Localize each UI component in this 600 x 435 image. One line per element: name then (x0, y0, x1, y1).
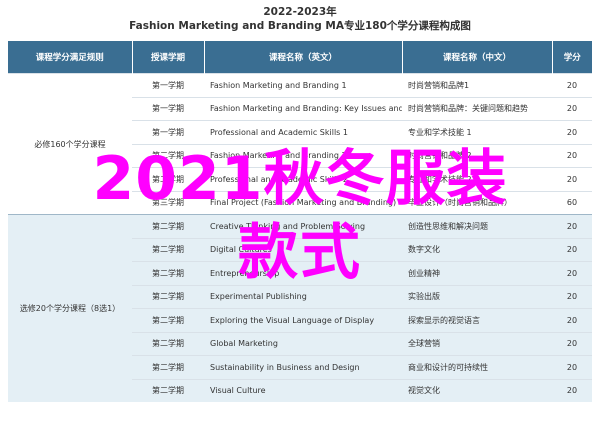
name-en-cell: Entrepreneurship (204, 261, 402, 285)
name-en-cell: Fashion Marketing and Branding 2 (204, 143, 402, 168)
name-en-cell: Final Project (Fashion Marketing and Bra… (204, 190, 402, 215)
name-en-cell: Global Marketing (204, 331, 402, 356)
term-cell: 第二学期 (132, 237, 204, 262)
term-cell: 第一学期 (132, 96, 204, 121)
credits-cell: 20 (552, 120, 592, 144)
col-header-rule: 课程学分满足规则 (8, 41, 132, 74)
col-header-term: 授课学期 (131, 41, 204, 74)
name-cn-cell: 时尚营销和品牌 2 (402, 143, 552, 168)
table-header-row: 课程学分满足规则 授课学期 课程名称（英文） 课程名称（中文） 学分 (8, 41, 592, 74)
credits-cell: 20 (552, 73, 592, 97)
name-cn-cell: 毕业设计（时尚营销和品牌） (402, 190, 552, 215)
name-en-cell: Visual Culture (204, 378, 402, 402)
name-en-cell: Experimental Publishing (204, 284, 402, 309)
name-en-cell: Sustainability in Business and Design (204, 355, 402, 379)
credits-cell: 20 (552, 261, 592, 285)
credits-cell: 20 (552, 355, 592, 379)
term-cell: 第二学期 (132, 214, 204, 238)
col-header-credits: 学分 (551, 41, 592, 74)
term-cell: 第二学期 (132, 378, 204, 402)
name-en-cell: Creative Thinking and Problem Solving (204, 214, 402, 238)
credits-cell: 20 (552, 143, 592, 168)
name-cn-cell: 探索显示的视觉语言 (402, 308, 552, 332)
name-cn-cell: 专业和学术技能 2 (402, 167, 552, 191)
term-cell: 第一学期 (132, 120, 204, 144)
name-cn-cell: 时尚营销和品牌1 (402, 73, 552, 97)
term-cell: 第二学期 (132, 167, 204, 191)
term-cell: 第二学期 (132, 355, 204, 379)
course-table: 课程学分满足规则 授课学期 课程名称（英文） 课程名称（中文） 学分 必修160… (8, 41, 592, 402)
rule-required: 必修160个学分课程 (8, 73, 132, 215)
name-cn-cell: 视觉文化 (402, 378, 552, 402)
name-cn-cell: 创业精神 (402, 261, 552, 285)
credits-cell: 20 (552, 331, 592, 356)
rule-elective: 选修20个学分课程（8选1） (8, 214, 132, 402)
credits-cell: 20 (552, 167, 592, 191)
name-en-cell: Fashion Marketing and Branding 1 (204, 73, 402, 97)
term-cell: 第一学期 (132, 73, 204, 97)
name-en-cell: Digital Cultures (204, 237, 402, 262)
term-cell: 第二学期 (132, 284, 204, 309)
credits-cell: 20 (552, 378, 592, 402)
term-cell: 第二学期 (132, 331, 204, 356)
credits-cell: 60 (552, 190, 592, 215)
name-cn-cell: 时尚营销和品牌：关键问题和趋势 (402, 96, 552, 121)
name-cn-cell: 实验出版 (402, 284, 552, 309)
term-cell: 第二学期 (132, 143, 204, 168)
page-year: 2022-2023年 (263, 6, 337, 18)
table-body: 必修160个学分课程 第一学期 Fashion Marketing and Bran… (8, 73, 592, 402)
credits-cell: 20 (552, 214, 592, 238)
page-title: Fashion Marketing and Branding MA专业180个学… (129, 20, 471, 32)
name-cn-cell: 创造性思维和解决问题 (402, 214, 552, 238)
credits-cell: 20 (552, 308, 592, 332)
name-cn-cell: 数字文化 (402, 237, 552, 262)
name-en-cell: Exploring the Visual Language of Display (204, 308, 402, 332)
col-header-name-cn: 课程名称（中文） (401, 41, 552, 74)
table-row: 选修20个学分课程（8选1） 第二学期 Creative Thinking and … (8, 214, 592, 402)
credits-cell: 20 (552, 96, 592, 121)
table-row: 必修160个学分课程 第一学期 Fashion Marketing and Bran… (8, 73, 592, 215)
col-header-name-en: 课程名称（英文） (203, 41, 402, 74)
name-en-cell: Professional and Academic Skills 1 (204, 120, 402, 144)
name-cn-cell: 专业和学术技能 1 (402, 120, 552, 144)
name-cn-cell: 商业和设计的可持续性 (402, 355, 552, 379)
term-cell: 第二学期 (132, 308, 204, 332)
credits-cell: 20 (552, 284, 592, 309)
term-cell: 第三学期 (132, 190, 204, 215)
name-cn-cell: 全球营销 (402, 331, 552, 356)
term-cell: 第二学期 (132, 261, 204, 285)
credits-cell: 20 (552, 237, 592, 262)
name-en-cell: Fashion Marketing and Branding: Key Issu… (204, 96, 402, 121)
name-en-cell: Professional and Academic Skills 2 (204, 167, 402, 191)
